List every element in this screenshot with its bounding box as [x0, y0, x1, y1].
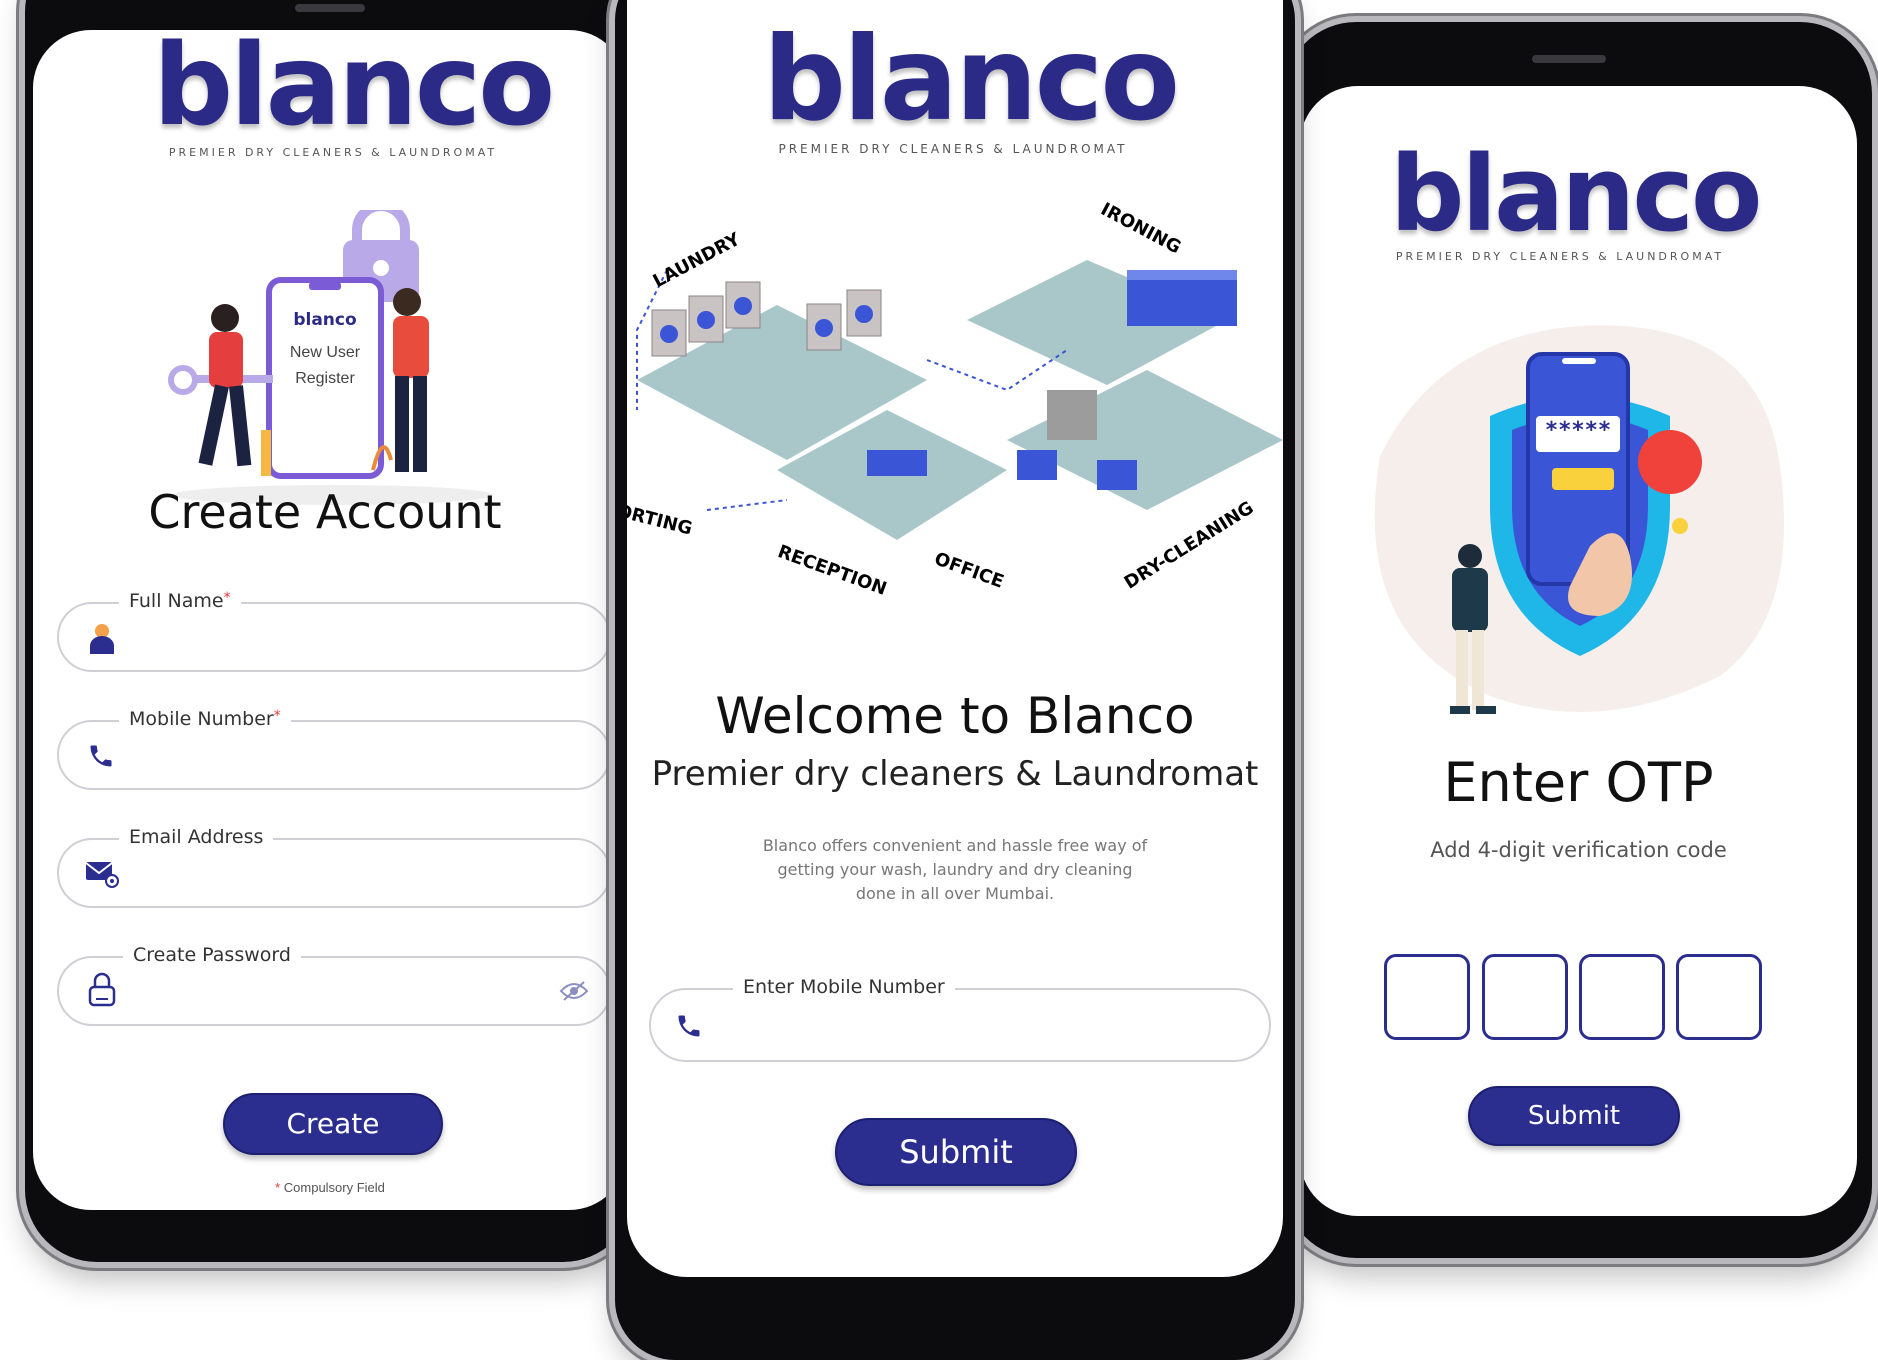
page-title: Create Account [148, 485, 502, 539]
page-title: Welcome to Blanco [715, 687, 1195, 745]
phone-icon [678, 1015, 700, 1037]
mobile-number-field[interactable]: Mobile Number* [57, 708, 611, 790]
phone-icon [90, 745, 112, 767]
otp-digit-4[interactable] [1676, 954, 1762, 1040]
phone-welcome: blanco PREMIER DRY CLEANERS & LAUNDROMAT [615, 0, 1295, 1360]
create-password-label: Create Password [123, 944, 301, 966]
page-title: Enter OTP [1443, 751, 1714, 814]
welcome-description-line3: done in all over Mumbai. [855, 884, 1055, 903]
mobile-number-label: Mobile Number* [119, 708, 291, 730]
create-button[interactable]: Create [223, 1093, 443, 1155]
enter-mobile-number-field[interactable]: Enter Mobile Number [649, 976, 1271, 1062]
otp-digit-2[interactable] [1482, 954, 1568, 1040]
email-icon [85, 862, 119, 888]
otp-illustration-code: ***** [1544, 418, 1612, 443]
email-address-label: Email Address [119, 826, 274, 848]
user-icon [90, 624, 114, 654]
phone-speaker [1532, 55, 1606, 63]
full-name-label: Full Name* [119, 590, 241, 612]
otp-submit-button[interactable]: Submit [1468, 1086, 1680, 1146]
register-screen: blanco PREMIER DRY CLEANERS & LAUNDROMAT [33, 30, 627, 1210]
otp-illustration [1374, 325, 1784, 714]
brand-logo: blanco PREMIER DRY CLEANERS & LAUNDROMAT [153, 30, 555, 159]
welcome-submit-button[interactable]: Submit [835, 1118, 1077, 1186]
phone-otp: blanco PREMIER DRY CLEANERS & LAUNDROMAT… [1284, 22, 1872, 1258]
lock-icon [88, 972, 116, 1007]
compulsory-note: * Compulsory Field [275, 1180, 385, 1195]
brand-logo: blanco PREMIER DRY CLEANERS & LAUNDROMAT [763, 12, 1180, 157]
phone-speaker [295, 4, 365, 12]
otp-digit-1[interactable] [1384, 954, 1470, 1040]
welcome-description-line1: Blanco offers convenient and hassle free… [762, 836, 1148, 855]
otp-subtitle: Add 4-digit verification code [1430, 838, 1727, 862]
welcome-description-line2: getting your wash, laundry and dry clean… [777, 860, 1133, 879]
otp-digit-3[interactable] [1579, 954, 1665, 1040]
phone-register: blanco PREMIER DRY CLEANERS & LAUNDROMAT [25, 0, 635, 1262]
email-address-field[interactable]: Email Address [57, 826, 611, 908]
create-password-field[interactable]: Create Password [57, 944, 611, 1026]
full-name-field[interactable]: Full Name* [57, 590, 611, 672]
illustration-phone-text: blanco New User Register [289, 310, 361, 387]
otp-screen: blanco PREMIER DRY CLEANERS & LAUNDROMAT… [1300, 86, 1857, 1216]
welcome-screen: blanco PREMIER DRY CLEANERS & LAUNDROMAT [627, 0, 1283, 1277]
welcome-subtitle: Premier dry cleaners & Laundromat [651, 754, 1259, 794]
enter-mobile-number-label: Enter Mobile Number [733, 976, 955, 998]
brand-logo: blanco PREMIER DRY CLEANERS & LAUNDROMAT [1390, 133, 1762, 263]
eye-off-icon[interactable] [559, 980, 589, 1002]
